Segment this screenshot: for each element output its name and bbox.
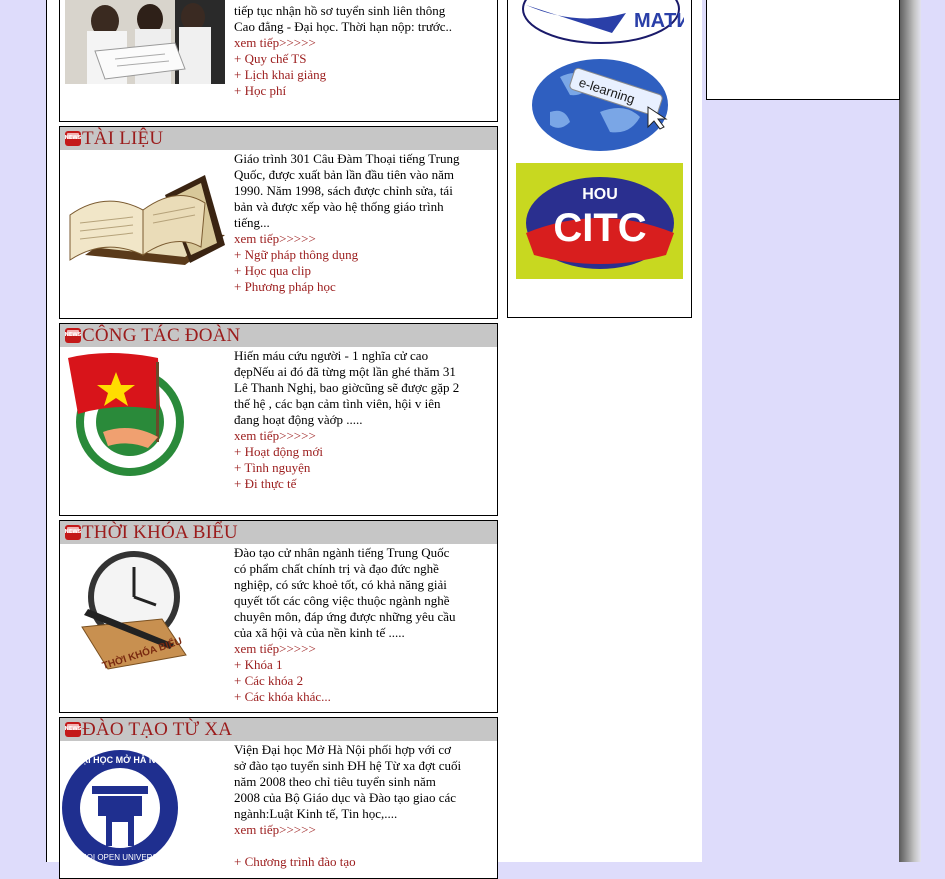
link-ngu-phap[interactable]: + Ngữ pháp thông dụng — [234, 247, 462, 263]
hanoi-open-university-logo: ĐẠI HỌC MỞ HÀ NỘI HANOI OPEN UNIVERSITY — [62, 746, 180, 871]
link-cac-khoa-2[interactable]: + Các khóa 2 — [234, 673, 462, 689]
section-dao-tao-tu-xa: NEWS ĐÀO TẠO TỪ XA ĐẠI HỌC MỞ HÀ NỘI HAN… — [59, 717, 498, 879]
logo-arc-text-bottom: HANOI OPEN UNIVERSITY — [70, 853, 171, 862]
read-more-link[interactable]: xem tiếp>>>>> — [234, 428, 462, 444]
page-shadow — [899, 0, 921, 862]
section-summary: Giáo trình 301 Câu Đàm Thoại tiếng Trung… — [234, 151, 460, 230]
read-more-link[interactable]: xem tiếp>>>>> — [234, 231, 462, 247]
news-icon: NEWS — [65, 722, 81, 737]
partner-logos-panel: МАТИ e-learning HOU CITC — [507, 0, 692, 318]
section-summary: Viện Đại học Mở Hà Nội phối hợp với cơ s… — [234, 742, 462, 821]
section-title[interactable]: CÔNG TÁC ĐOÀN — [82, 325, 240, 347]
link-phuong-phap-hoc[interactable]: + Phương pháp học — [234, 279, 462, 295]
read-more-link[interactable]: xem tiếp>>>>> — [234, 822, 462, 838]
link-lich-khai-giang[interactable]: + Lịch khai giảng — [234, 67, 462, 83]
mati-logo-text: МАТИ — [634, 10, 684, 32]
section-summary: Đào tạo cử nhân ngành tiếng Trung Quốc c… — [234, 545, 456, 640]
citc-top-text: HOU — [582, 186, 618, 203]
news-icon: NEWS — [65, 328, 81, 343]
section-header: NEWS ĐÀO TẠO TỪ XA — [60, 718, 497, 742]
link-cac-khoa-khac[interactable]: + Các khóa khác... — [234, 689, 462, 705]
books-image — [65, 155, 225, 284]
news-icon: NEWS — [65, 131, 81, 146]
section-title[interactable]: TÀI LIỆU — [82, 128, 163, 150]
section-summary: Hiến máu cứu người - 1 nghĩa cử cao đẹpN… — [234, 348, 460, 427]
elearning-logo[interactable]: e-learning — [530, 57, 674, 155]
news-icon: NEWS — [65, 525, 81, 540]
link-quy-che-ts[interactable]: + Quy chế TS — [234, 51, 462, 67]
right-empty-box — [706, 0, 900, 100]
read-more-link[interactable]: xem tiếp>>>>> — [234, 35, 462, 51]
read-more-link[interactable]: xem tiếp>>>>> — [234, 641, 462, 657]
citc-text: CITC — [553, 206, 646, 250]
citc-logo[interactable]: HOU CITC — [516, 163, 683, 279]
mati-logo[interactable]: МАТИ — [516, 0, 691, 45]
right-column — [702, 0, 899, 862]
section-tai-lieu: NEWS TÀI LIỆU Giáo trình 301 Câu Đàm Tho… — [59, 126, 498, 319]
section-tuyen-sinh: tiếp tục nhận hồ sơ tuyển sinh liên thôn… — [59, 0, 498, 122]
section-header: NEWS TÀI LIỆU — [60, 127, 497, 151]
link-hoc-phi[interactable]: + Học phí — [234, 83, 462, 99]
timetable-clock-image: THỜI KHÓA BIỂU — [78, 549, 190, 678]
section-header: NEWS THỜI KHÓA BIỂU — [60, 521, 497, 545]
link-hoat-dong-moi[interactable]: + Hoạt động mới — [234, 444, 462, 460]
link-chuong-trinh-dao-tao[interactable]: + Chương trình đào tạo — [234, 854, 462, 870]
link-khoa-1[interactable]: + Khóa 1 — [234, 657, 462, 673]
section-header: NEWS CÔNG TÁC ĐOÀN — [60, 324, 497, 348]
logo-arc-text-top: ĐẠI HỌC MỞ HÀ NỘI — [75, 754, 165, 765]
section-thoi-khoa-bieu: NEWS THỜI KHÓA BIỂU THỜI KHÓA BIỂU Đào t… — [59, 520, 498, 713]
students-photo — [65, 0, 225, 89]
link-tinh-nguyen[interactable]: + Tình nguyện — [234, 460, 462, 476]
section-title[interactable]: THỜI KHÓA BIỂU — [82, 522, 238, 544]
section-summary: tiếp tục nhận hồ sơ tuyển sinh liên thôn… — [234, 3, 453, 34]
link-hoc-qua-clip[interactable]: + Học qua clip — [234, 263, 462, 279]
youth-union-emblem — [68, 352, 190, 483]
link-di-thuc-te[interactable]: + Đi thực tế — [234, 476, 462, 492]
section-title[interactable]: ĐÀO TẠO TỪ XA — [82, 719, 232, 741]
section-cong-tac-doan: NEWS CÔNG TÁC ĐOÀN Hiến máu cứu người - … — [59, 323, 498, 516]
